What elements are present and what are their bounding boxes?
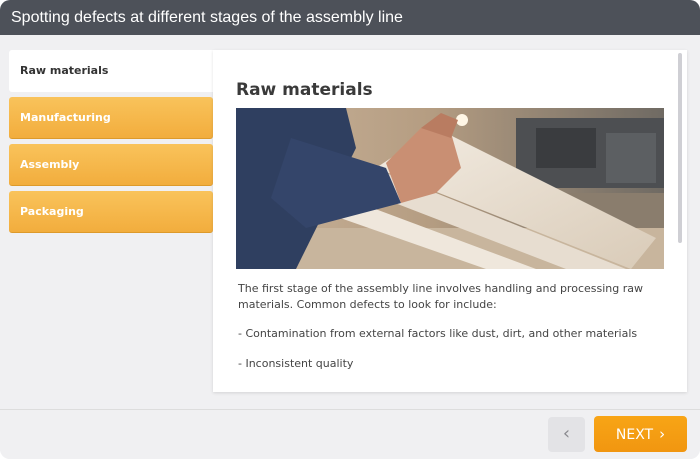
chevron-right-icon: ›	[659, 425, 666, 443]
intro-paragraph: The first stage of the assembly line inv…	[238, 282, 643, 311]
workshop-photo	[236, 108, 664, 269]
footer-nav: ‹ NEXT ›	[0, 409, 700, 459]
defect-item: - Inconsistent quality	[238, 357, 354, 370]
tab-panel: Raw materials The first stage of the ass…	[213, 50, 687, 392]
lesson-window: Spotting defects at different stages of …	[0, 0, 700, 459]
chevron-left-icon: ‹	[562, 423, 571, 444]
tab-manufacturing[interactable]: Manufacturing	[9, 97, 213, 139]
previous-button[interactable]: ‹	[548, 417, 585, 452]
tab-packaging[interactable]: Packaging	[9, 191, 213, 233]
tab-assembly[interactable]: Assembly	[9, 144, 213, 186]
next-button-label: NEXT	[615, 427, 654, 443]
panel-title: Raw materials	[236, 80, 373, 100]
content-area: Raw materials Manufacturing Assembly Pac…	[0, 35, 700, 409]
defect-item: - Contamination from external factors li…	[238, 327, 638, 340]
next-button[interactable]: NEXT ›	[594, 416, 687, 452]
panel-scrollbar[interactable]	[678, 53, 682, 243]
tab-raw-materials[interactable]: Raw materials	[9, 50, 213, 92]
window-title: Spotting defects at different stages of …	[0, 0, 700, 35]
